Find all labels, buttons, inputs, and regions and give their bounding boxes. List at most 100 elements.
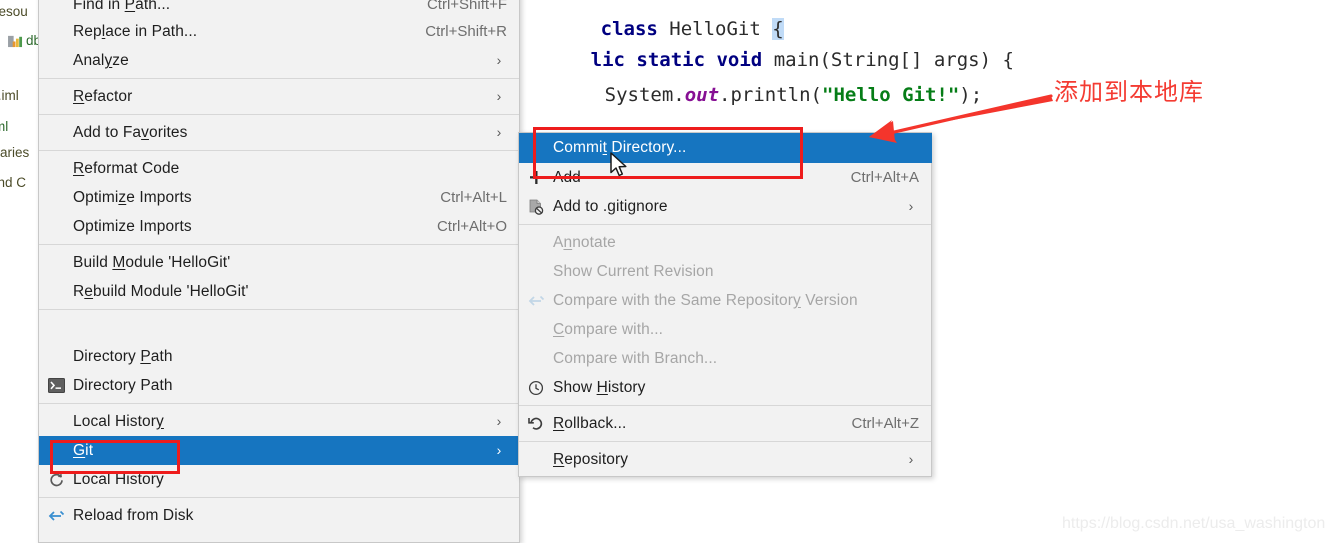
empty-icon-slot [39,118,73,147]
menu-item-annotate: Annotate [519,228,931,257]
menu-accelerator: Ctrl+Alt+Z [851,415,919,432]
menu-item-analyze[interactable]: Analyze › [39,46,519,75]
git-submenu[interactable]: Commit Directory... Add Ctrl+Alt+A Add t… [518,132,932,477]
menu-item-label: Repository [553,451,629,468]
menu-item-label: Optimize Imports [73,189,192,206]
rollback-icon [519,409,553,438]
menu-separator [39,78,519,79]
empty-icon-slot [39,183,73,212]
menu-item-label: Compare with the Same Repository Version [553,292,858,309]
menu-item-rebuild-module[interactable]: Rebuild Module 'HelloGit' [39,277,519,306]
chevron-right-icon: › [496,52,502,68]
menu-item-label: Directory Path [73,377,173,394]
screenshot-root: resou db t.iml ml braries and C class He… [0,0,1327,543]
code-token: System. [604,84,685,106]
menu-item-label: Show History [553,379,646,396]
empty-icon-slot [39,212,73,241]
menu-item-label: Find in Path... [73,0,171,13]
empty-icon-slot [519,228,553,257]
chevron-right-icon: › [496,442,502,458]
clock-icon [519,373,553,402]
empty-icon-slot [519,344,553,373]
menu-item-label: Optimize Imports [73,218,192,235]
tree-item-xml[interactable]: ml [0,119,8,134]
annotation-label: 添加到本地库 [1054,78,1204,106]
menu-separator [39,150,519,151]
compare-icon [519,286,553,315]
tree-item-and-c[interactable]: and C [0,175,26,190]
menu-item-find-in-path[interactable]: Find in Path... Ctrl+Shift+F [39,0,519,17]
menu-accelerator: Ctrl+Alt+L [440,189,507,206]
menu-item-label: Build Module 'HelloGit' [73,254,231,271]
menu-item-label: Analyze [73,52,129,69]
menu-item-show-current-revision: Show Current Revision [519,257,931,286]
menu-accelerator: Ctrl+Shift+F [426,0,507,13]
code-token: out [684,84,720,106]
menu-item-compare-same-repository-version: Compare with the Same Repository Version [519,286,931,315]
chevron-right-icon: › [496,413,502,429]
menu-item-label: Compare with Branch... [553,350,718,367]
menu-accelerator: Ctrl+Shift+R [425,23,507,40]
annotation-box-git [50,440,180,474]
menu-item-show-in-explorer[interactable] [39,313,519,342]
menu-item-refactor[interactable]: Refactor › [39,82,519,111]
empty-icon-slot [39,154,73,183]
menu-item-remove-module[interactable]: Optimize Imports Ctrl+Alt+O [39,212,519,241]
menu-item-label: Local History [73,413,164,430]
chevron-right-icon: › [908,451,914,467]
menu-item-label: Reformat Code [73,160,180,177]
menu-item-add-to-gitignore[interactable]: Add to .gitignore › [519,192,931,221]
menu-item-compare-with: Compare with... [519,315,931,344]
menu-item-label: Refactor [73,88,133,105]
menu-separator [519,441,931,442]
annotation-arrow-icon [869,94,1053,143]
code-token: .println( [719,84,822,106]
menu-item-label: Add to Favorites [73,124,188,141]
menu-item-label: Reload from Disk [73,507,194,524]
menu-item-compare-with[interactable]: Reload from Disk [39,501,519,530]
empty-icon-slot [519,315,553,344]
menu-item-add-to-favorites[interactable]: Add to Favorites › [39,118,519,147]
menu-separator [39,403,519,404]
menu-item-local-history[interactable]: Local History › [39,407,519,436]
empty-icon-slot [39,342,73,371]
menu-item-label: Compare with... [553,321,664,338]
tree-item-iml[interactable]: t.iml [0,88,19,103]
menu-item-compare-with-branch: Compare with Branch... [519,344,931,373]
empty-icon-slot [39,277,73,306]
menu-separator [39,244,519,245]
menu-item-open-in-terminal[interactable]: Directory Path [39,371,519,400]
empty-icon-slot [39,17,73,46]
menu-item-repository[interactable]: Repository › [519,445,931,474]
menu-accelerator: Ctrl+Alt+O [436,218,507,235]
menu-item-label: Directory Path [73,348,173,365]
tree-item-resources[interactable]: resou [0,4,28,19]
menu-item-replace-in-path[interactable]: Replace in Path... Ctrl+Shift+R [39,17,519,46]
menu-item-directory-path[interactable]: Directory Path [39,342,519,371]
tree-item-libraries[interactable]: braries [0,145,29,160]
empty-icon-slot [39,407,73,436]
menu-separator [39,114,519,115]
menu-item-rollback[interactable]: Rollback... Ctrl+Alt+Z [519,409,931,438]
menu-separator [519,405,931,406]
chevron-right-icon: › [496,88,502,104]
menu-item-label: Add to .gitignore [553,198,668,215]
menu-separator [39,497,519,498]
chevron-right-icon: › [908,198,914,214]
menu-item-label: Replace in Path... [73,23,198,40]
compare-icon [39,501,73,530]
menu-item-build-module[interactable]: Build Module 'HelloGit' [39,248,519,277]
annotation-box-commit-directory [533,127,803,179]
empty-icon-slot [519,257,553,286]
project-tool-window[interactable]: resou db t.iml ml braries and C [0,0,41,543]
empty-icon-slot [519,445,553,474]
terminal-icon [39,371,73,400]
menu-item-show-history[interactable]: Show History [519,373,931,402]
menu-accelerator: Ctrl+Alt+A [850,169,919,186]
menu-item-label: Show Current Revision [553,263,714,280]
menu-separator [519,224,931,225]
menu-item-reformat-code[interactable]: Reformat Code [39,154,519,183]
menu-item-optimize-imports[interactable]: Optimize Imports Ctrl+Alt+L [39,183,519,212]
gitignore-icon [519,192,553,221]
menu-item-label: Annotate [553,234,616,251]
